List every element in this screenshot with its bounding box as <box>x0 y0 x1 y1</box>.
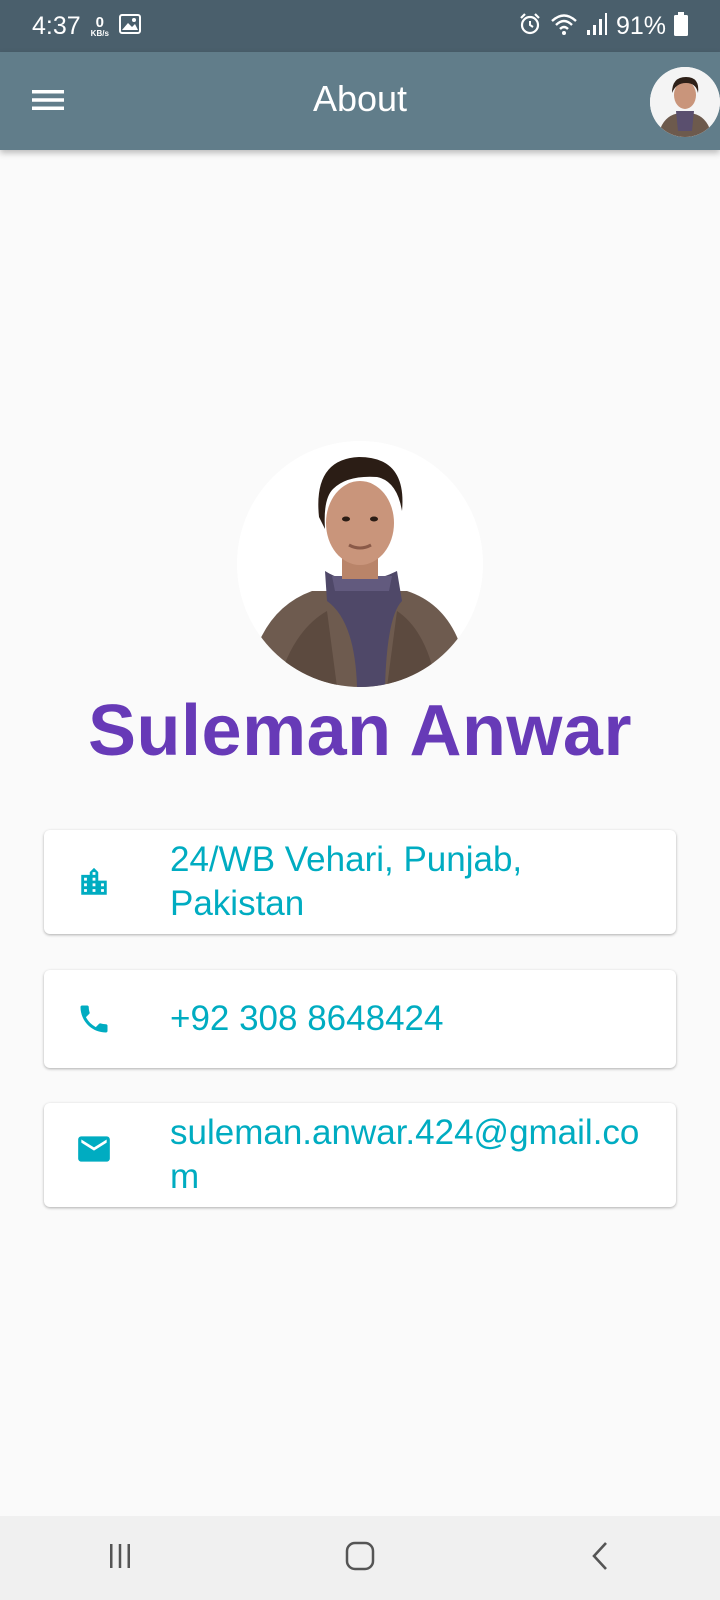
recent-apps-button[interactable] <box>80 1528 160 1588</box>
system-nav-bar <box>0 1516 720 1600</box>
recent-apps-icon <box>107 1543 133 1574</box>
page-title: About <box>312 78 408 119</box>
profile-photo <box>237 441 483 687</box>
back-button[interactable] <box>560 1528 640 1588</box>
appbar-avatar[interactable] <box>650 67 720 137</box>
phone-text: +92 308 8648424 <box>170 999 444 1038</box>
network-speed: 0 KB/s <box>91 15 109 38</box>
back-icon <box>590 1541 610 1576</box>
app-bar: About <box>0 52 720 150</box>
home-icon <box>345 1541 375 1576</box>
location-city-icon <box>74 862 114 902</box>
email-icon <box>74 1129 114 1169</box>
status-bar: 4:37 0 KB/s 91% <box>0 0 720 52</box>
network-speed-unit: KB/s <box>90 28 109 38</box>
email-text: suleman.anwar.424@gmail.com <box>170 1113 640 1196</box>
profile-name: Suleman Anwar <box>88 691 632 771</box>
address-text: 24/WB Vehari, Punjab, Pakistan <box>170 840 523 923</box>
image-icon <box>118 13 141 39</box>
battery-icon <box>674 11 688 41</box>
address-card[interactable]: 24/WB Vehari, Punjab, Pakistan <box>44 830 676 934</box>
status-right: 91% <box>518 11 688 41</box>
home-button[interactable] <box>320 1528 400 1588</box>
email-card[interactable]: suleman.anwar.424@gmail.com <box>44 1103 676 1207</box>
battery-percent: 91% <box>615 11 666 40</box>
network-speed-value: 0 <box>95 13 104 31</box>
phone-card[interactable]: +92 308 8648424 <box>44 970 676 1068</box>
status-time: 4:37 <box>32 11 81 40</box>
phone-icon <box>74 999 114 1039</box>
signal-icon <box>586 12 608 41</box>
wifi-icon <box>550 12 578 41</box>
status-left: 4:37 0 KB/s <box>32 12 141 41</box>
alarm-icon <box>518 12 542 41</box>
